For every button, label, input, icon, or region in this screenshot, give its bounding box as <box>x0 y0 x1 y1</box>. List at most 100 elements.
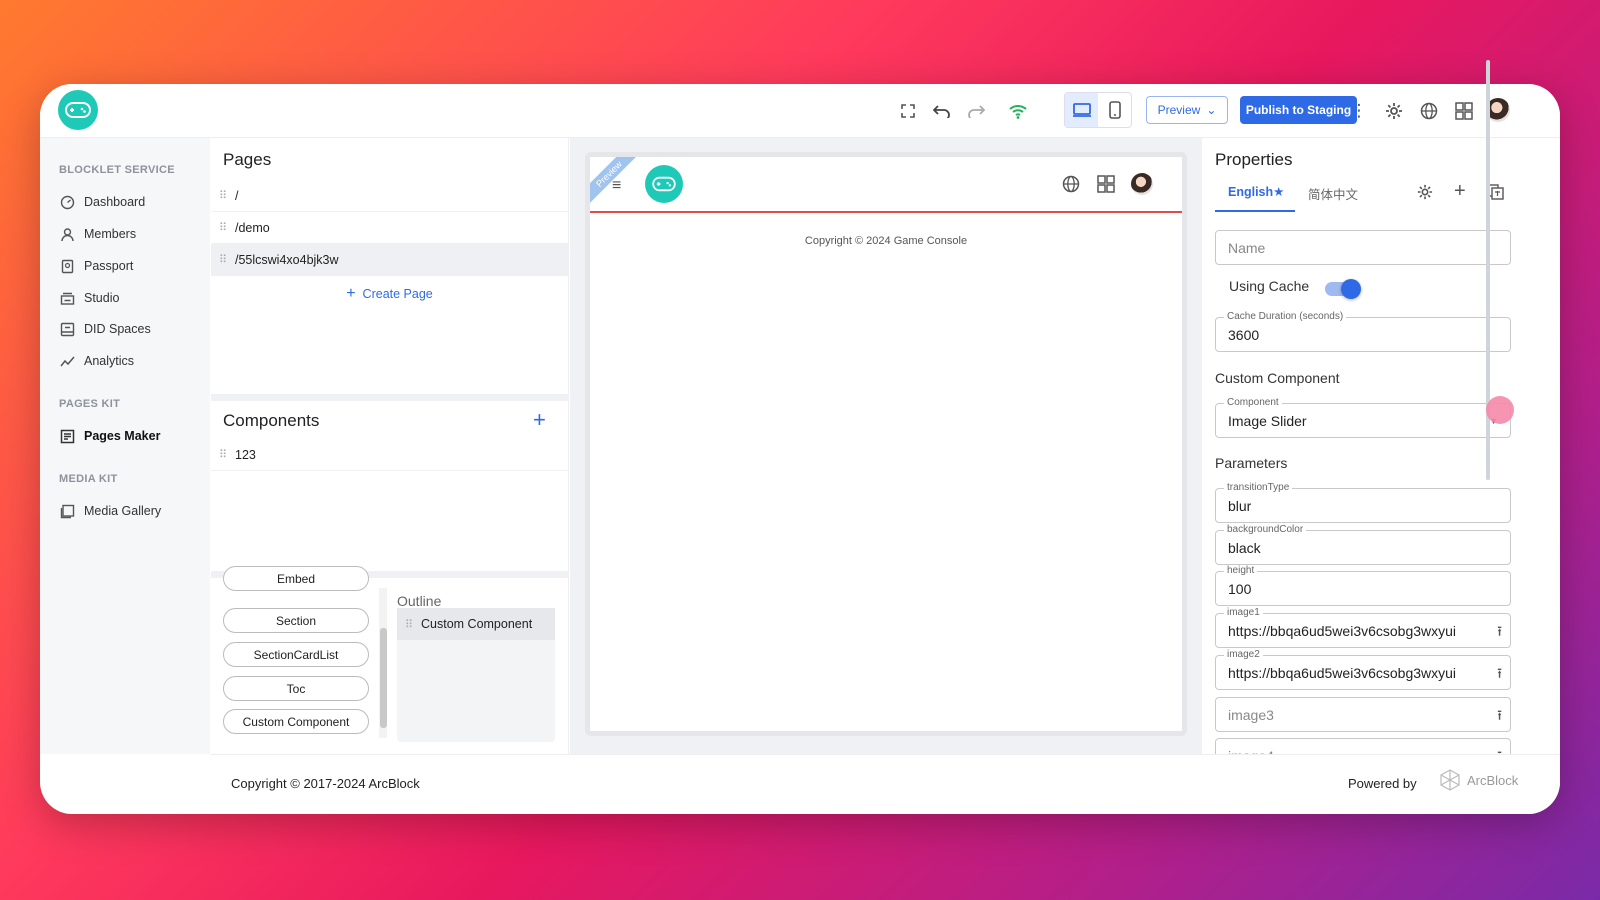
sidebar-section-blocklet-service: BLOCKLET SERVICE <box>59 164 175 176</box>
properties-panel: Properties English★ 简体中文 + Name Using Ca… <box>1203 138 1525 754</box>
preview-canvas[interactable]: Preview ≡ Copyright © 2024 Game Console <box>585 152 1187 736</box>
page-path: /55lcswi4xo4bjk3w <box>235 252 339 267</box>
transition-type-field[interactable]: transitionType blur <box>1215 482 1511 523</box>
passport-icon <box>59 258 75 274</box>
publish-to-staging-button[interactable]: Publish to Staging <box>1240 96 1357 124</box>
using-cache-toggle[interactable] <box>1325 279 1361 299</box>
add-locale-icon[interactable]: + <box>1454 180 1466 203</box>
desktop-icon[interactable] <box>1065 93 1098 127</box>
sidebar-item-analytics[interactable]: Analytics <box>59 350 134 372</box>
transition-type-value: blur <box>1228 498 1252 514</box>
name-field[interactable]: Name <box>1215 230 1511 265</box>
upload-icon[interactable]: ⭱ <box>1497 705 1502 729</box>
sidebar-item-pages-maker[interactable]: Pages Maker <box>59 425 160 447</box>
preview-logo[interactable] <box>645 165 683 203</box>
height-value: 100 <box>1228 581 1252 597</box>
sidebar-item-label: Analytics <box>84 354 135 368</box>
outline-item[interactable]: ⠿ Custom Component <box>397 608 555 640</box>
sidebar-item-label: Dashboard <box>84 195 146 209</box>
using-cache-label: Using Cache <box>1229 278 1310 294</box>
drag-handle-icon[interactable]: ⠿ <box>397 618 421 631</box>
undo-icon[interactable] <box>930 99 954 123</box>
more-icon[interactable]: ⋮ <box>1347 99 1371 123</box>
outline-tree: ⠿ Custom Component <box>397 608 555 742</box>
drag-handle-icon[interactable]: ⠿ <box>211 448 235 461</box>
sidebar-item-dashboard[interactable]: Dashboard <box>59 191 145 213</box>
component-select[interactable]: Component Image Slider ▼ <box>1215 397 1511 438</box>
image2-value: https://bbqa6ud5wei3v6csobg3wxyui <box>1228 665 1457 681</box>
sidebar-item-did-spaces[interactable]: DID Spaces <box>59 318 151 340</box>
globe-icon[interactable] <box>1417 99 1441 123</box>
grid-icon[interactable] <box>1452 99 1476 123</box>
drag-handle-icon[interactable]: ⠿ <box>211 221 235 234</box>
cache-duration-field[interactable]: Cache Duration (seconds) 3600 <box>1215 311 1511 352</box>
preview-avatar[interactable] <box>1131 173 1153 195</box>
spaces-icon <box>59 321 75 337</box>
redo-icon[interactable] <box>964 99 988 123</box>
toggle-knob <box>1341 279 1361 299</box>
settings-icon[interactable] <box>1417 184 1433 205</box>
palette-item-custom-component[interactable]: Custom Component <box>223 709 369 734</box>
image4-field[interactable]: image4 ⭱ <box>1215 738 1511 754</box>
upload-icon[interactable]: ⭱ <box>1497 663 1502 687</box>
sidebar-item-media-gallery[interactable]: Media Gallery <box>59 500 161 522</box>
component-value: Image Slider <box>1228 413 1307 429</box>
sidebar-item-studio[interactable]: Studio <box>59 287 119 309</box>
plus-icon: + <box>346 285 356 302</box>
page-item[interactable]: ⠿ / <box>211 180 568 212</box>
settings-icon[interactable] <box>1382 99 1406 123</box>
drag-handle-icon[interactable]: ⠿ <box>211 189 235 202</box>
palette-item-embed[interactable]: Embed <box>223 566 369 591</box>
sidebar-item-label: Studio <box>84 291 120 305</box>
footer: Copyright © 2017-2024 ArcBlock Powered b… <box>211 754 1560 814</box>
arcblock-brand[interactable]: ArcBlock <box>1439 769 1518 791</box>
upload-icon[interactable]: ⭱ <box>1497 746 1502 754</box>
preview-canvas-area: Preview ≡ Copyright © 2024 Game Console <box>570 138 1202 754</box>
add-component-icon[interactable]: + <box>533 407 546 433</box>
tab-english[interactable]: English★ <box>1228 184 1284 199</box>
wifi-icon[interactable] <box>1006 99 1030 123</box>
background-color-field[interactable]: backgroundColor black <box>1215 524 1511 565</box>
palette-item-section[interactable]: Section <box>223 608 369 633</box>
page-item-selected[interactable]: ⠿ /55lcswi4xo4bjk3w <box>211 244 568 276</box>
app-window: Preview ⌄ Publish to Staging ⋮ BLOCKLET … <box>40 84 1560 814</box>
component-label: Component <box>1224 397 1282 408</box>
preview-header: Preview ≡ <box>590 157 1182 213</box>
background-color-value: black <box>1228 540 1261 556</box>
sidebar-section-media-kit: MEDIA KIT <box>59 473 118 485</box>
fullscreen-icon[interactable] <box>896 99 920 123</box>
floating-helper-button[interactable] <box>1486 396 1514 424</box>
component-item[interactable]: ⠿ 123 <box>211 439 568 471</box>
parameters-title: Parameters <box>1215 455 1288 471</box>
height-field[interactable]: height 100 <box>1215 565 1511 606</box>
components-title: Components <box>223 411 320 430</box>
outline-item-label: Custom Component <box>421 617 533 631</box>
upload-icon[interactable]: ⭱ <box>1497 621 1502 645</box>
palette-outline-area: Embed Section SectionCardList Toc Custom… <box>211 566 569 754</box>
drag-handle-icon[interactable]: ⠿ <box>211 253 235 266</box>
palette-item-sectioncardlist[interactable]: SectionCardList <box>223 642 369 667</box>
preview-dropdown[interactable]: Preview ⌄ <box>1146 96 1228 124</box>
grid-icon[interactable] <box>1097 175 1115 198</box>
preview-copyright: Copyright © 2024 Game Console <box>804 235 968 247</box>
image3-field[interactable]: image3 ⭱ <box>1215 697 1511 732</box>
sidebar-item-passport[interactable]: Passport <box>59 255 133 277</box>
image1-value: https://bbqa6ud5wei3v6csobg3wxyui <box>1228 623 1457 639</box>
studio-icon <box>59 290 75 306</box>
globe-icon[interactable] <box>1062 175 1080 198</box>
sidebar-item-label: Media Gallery <box>84 504 162 518</box>
image1-label: image1 <box>1224 607 1263 618</box>
tab-simplified-chinese[interactable]: 简体中文 <box>1308 184 1358 203</box>
create-page-button[interactable]: + Create Page <box>211 285 568 303</box>
mobile-icon[interactable] <box>1098 93 1131 127</box>
panel-divider <box>211 394 569 401</box>
sidebar-item-members[interactable]: Members <box>59 223 136 245</box>
image2-field[interactable]: image2 https://bbqa6ud5wei3v6csobg3wxyui… <box>1215 649 1511 690</box>
app-logo[interactable] <box>58 90 98 130</box>
chevron-down-icon: ⌄ <box>1206 103 1217 117</box>
palette-scroll-thumb[interactable] <box>380 628 387 728</box>
image1-field[interactable]: image1 https://bbqa6ud5wei3v6csobg3wxyui… <box>1215 607 1511 648</box>
page-item[interactable]: ⠿ /demo <box>211 212 568 244</box>
palette-item-toc[interactable]: Toc <box>223 676 369 701</box>
hamburger-icon[interactable]: ≡ <box>612 177 621 195</box>
